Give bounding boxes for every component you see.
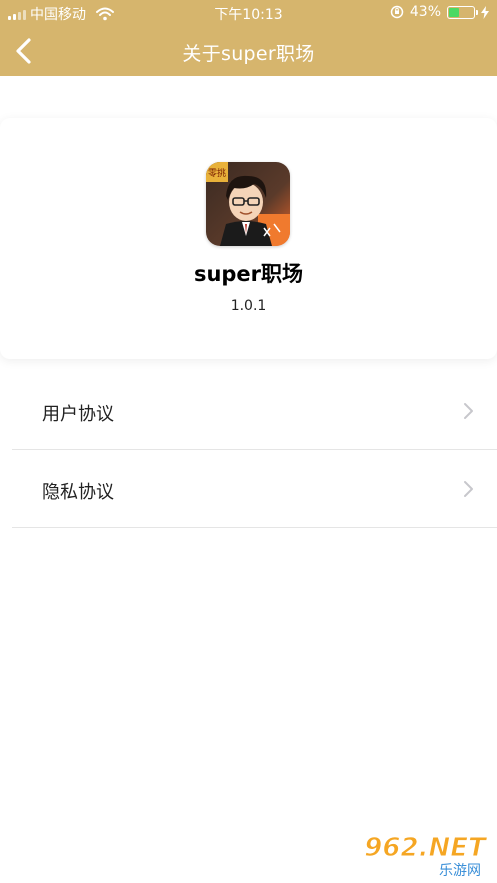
battery-fill (449, 7, 459, 17)
nav-bar: 关于super职场 (0, 26, 497, 76)
charging-bolt-icon (481, 5, 489, 19)
chevron-right-icon (464, 403, 473, 419)
watermark-subtitle: 乐游网 (439, 863, 481, 879)
list-item-label: 隐私协议 (42, 482, 114, 503)
list-item-user-agreement[interactable]: 用户协议 (12, 372, 497, 450)
battery-icon (447, 5, 478, 19)
chevron-right-icon (464, 481, 473, 497)
app-icon-badge: 零挑 (208, 167, 226, 179)
app-icon: 零挑 (206, 162, 290, 246)
page-title: 关于super职场 (182, 43, 315, 65)
app-name: super职场 (193, 262, 304, 286)
app-version: 1.0.1 (230, 298, 267, 314)
status-right: 43% (390, 4, 489, 20)
status-bar: 中国移动 下午10:13 43% (0, 0, 497, 26)
list-item-privacy-agreement[interactable]: 隐私协议 (12, 450, 497, 528)
list-item-label: 用户协议 (42, 404, 114, 425)
watermark-logo: 962.NET 乐游网 (364, 833, 489, 880)
settings-list: 用户协议 隐私协议 (12, 372, 497, 528)
app-info-card: 零挑 super职场 1.0.1 (0, 118, 497, 359)
watermark-brand: 962.NET (364, 833, 488, 863)
app-logo-icon: 零挑 (206, 162, 290, 246)
battery-percent: 43% (409, 4, 441, 20)
header: 中国移动 下午10:13 43% 关于super职场 (0, 0, 497, 76)
orientation-lock-icon (390, 5, 404, 19)
